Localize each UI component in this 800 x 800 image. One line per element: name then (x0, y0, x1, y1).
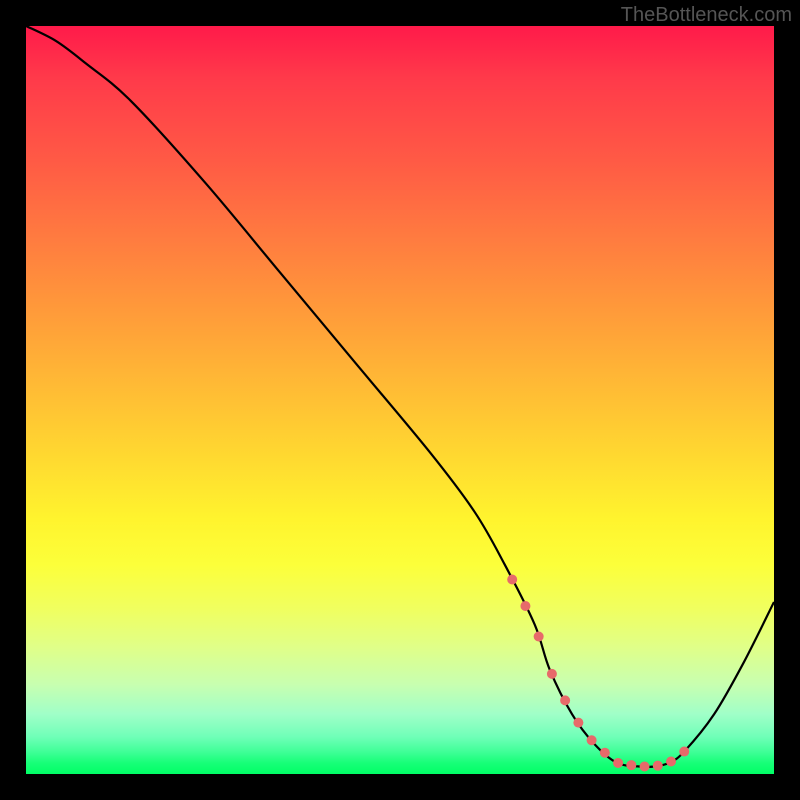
highlight-dot (666, 756, 676, 766)
highlight-dot (587, 735, 597, 745)
highlight-dot (613, 758, 623, 768)
highlight-dot (573, 718, 583, 728)
highlight-dots (507, 575, 689, 772)
chart-svg (26, 26, 774, 774)
highlight-dot (520, 601, 530, 611)
highlight-dot (560, 695, 570, 705)
highlight-dot (679, 747, 689, 757)
bottleneck-curve-path (26, 26, 774, 767)
highlight-dot (626, 760, 636, 770)
highlight-dot (653, 761, 663, 771)
highlight-dot (507, 575, 517, 585)
highlight-dot (600, 748, 610, 758)
highlight-dot (547, 669, 557, 679)
chart-plot-area (26, 26, 774, 774)
highlight-dot (534, 631, 544, 641)
watermark-text: TheBottleneck.com (621, 4, 792, 27)
highlight-dot (640, 762, 650, 772)
